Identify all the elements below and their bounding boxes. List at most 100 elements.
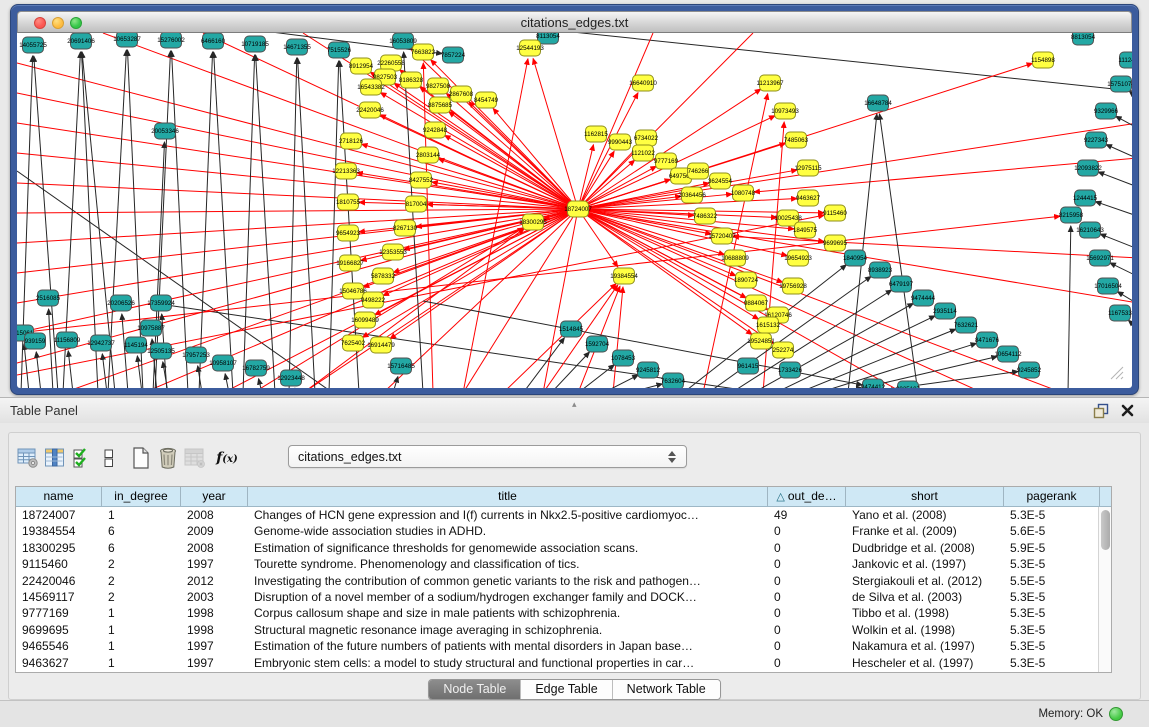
graph-edge[interactable] [303, 33, 578, 209]
graph-node[interactable]: 9463627 [796, 190, 821, 206]
splitter-grip-icon[interactable]: ▴ [572, 399, 577, 410]
graph-edge[interactable] [243, 55, 255, 388]
graph-node[interactable]: 9242848 [423, 122, 448, 138]
graph-edge[interactable] [214, 52, 233, 388]
graph-node[interactable]: 19166827 [336, 255, 364, 271]
graph-node[interactable]: 8427552 [409, 172, 434, 188]
graph-node[interactable]: 17957253 [182, 347, 210, 363]
graph-node[interactable]: 10973493 [771, 103, 799, 119]
graph-node[interactable]: 7663822 [411, 44, 436, 60]
column-header-year[interactable]: year [181, 487, 248, 506]
graph-node[interactable]: 8215958 [1059, 207, 1084, 223]
graph-node[interactable]: 19756928 [779, 278, 807, 294]
graph-node[interactable]: 1145194 [124, 337, 148, 353]
graph-edge[interactable] [225, 374, 229, 388]
graph-node[interactable]: 2516085 [36, 290, 61, 306]
graph-node[interactable]: 16914479 [367, 337, 395, 353]
graph-node[interactable]: 8471676 [975, 332, 1000, 348]
graph-node[interactable]: 19524851 [747, 333, 775, 349]
column-visibility-button[interactable] [42, 445, 68, 471]
graph-node[interactable]: 8186328 [399, 72, 424, 88]
new-table-button[interactable] [128, 445, 154, 471]
graph-node[interactable]: 1615132 [756, 317, 781, 333]
graph-node[interactable]: 1849575 [793, 222, 818, 238]
graph-node[interactable]: 14671355 [283, 39, 311, 55]
graph-node[interactable]: 1840954 [843, 250, 868, 266]
graph-node[interactable]: 9699695 [823, 235, 848, 251]
graph-node[interactable]: 22420046 [356, 102, 384, 118]
graph-node[interactable]: 9329966 [1094, 103, 1119, 119]
graph-node[interactable]: 9654923 [336, 225, 361, 241]
graph-node[interactable]: 2935114 [933, 303, 957, 319]
graph-edge[interactable] [628, 384, 662, 388]
graph-node[interactable]: 16648784 [864, 95, 892, 111]
graph-node[interactable]: 18300295 [519, 214, 547, 230]
graph-node[interactable]: 1592704 [585, 336, 610, 352]
graph-edge[interactable] [551, 352, 589, 388]
graph-node[interactable]: 9474444 [911, 290, 936, 306]
network-window-titlebar[interactable]: citations_edges.txt [17, 11, 1132, 33]
graph-node[interactable]: 12544193 [516, 40, 544, 56]
table-row[interactable]: 946362711997Embryonic stem cells: a mode… [16, 655, 1098, 671]
graph-node[interactable]: 9777169 [654, 153, 679, 169]
graph-edge[interactable] [172, 51, 188, 388]
graph-node[interactable]: 10654112 [994, 346, 1022, 362]
graph-edge[interactable] [103, 33, 578, 209]
graph-edge[interactable] [578, 33, 653, 209]
graph-node[interactable]: 252274 [773, 342, 794, 358]
import-table-button[interactable] [182, 445, 208, 471]
graph-node[interactable]: 17016504 [1094, 278, 1122, 294]
deselect-all-button[interactable] [96, 445, 122, 471]
graph-edge[interactable] [578, 145, 593, 209]
graph-node[interactable]: 817004 [406, 196, 427, 212]
graph-node[interactable]: 1810755 [336, 194, 361, 210]
graph-node[interactable]: 2935107 [896, 381, 921, 388]
function-builder-button[interactable]: f(x) [214, 445, 240, 471]
graph-node[interactable]: 5878332 [371, 268, 396, 284]
graph-node[interactable]: 8454749 [474, 92, 499, 108]
column-header-short[interactable]: short [846, 487, 1004, 506]
graph-node[interactable]: 17359924 [147, 295, 175, 311]
graph-node[interactable]: 7625402 [341, 335, 366, 351]
graph-node[interactable]: 15692971 [1086, 250, 1114, 266]
graph-node[interactable]: 16099489 [351, 312, 379, 328]
graph-node[interactable]: 12923448 [277, 370, 305, 386]
graph-node[interactable]: 9115460 [823, 205, 847, 221]
table-row[interactable]: 1830029562008Estimation of significance … [16, 540, 1098, 556]
graph-node[interactable]: 1154898 [1031, 52, 1055, 68]
graph-edge[interactable] [1095, 202, 1132, 218]
graph-node[interactable]: 1080748 [731, 185, 756, 201]
close-panel-icon[interactable] [1120, 403, 1135, 418]
column-header-in-degree[interactable]: in_degree [102, 487, 181, 506]
graph-edge[interactable] [259, 379, 262, 388]
graph-node[interactable]: 12353553 [379, 244, 407, 260]
graph-node[interactable]: 9827508 [426, 78, 451, 94]
graph-node[interactable]: 8267130 [393, 220, 418, 236]
graph-edge[interactable] [1128, 320, 1132, 333]
graph-node[interactable]: 16782759 [242, 360, 270, 376]
table-row[interactable]: 977716911998Corpus callosum shape and si… [16, 605, 1098, 621]
graph-node[interactable]: 2803144 [416, 147, 441, 163]
graph-node[interactable]: 16640910 [629, 75, 657, 91]
graph-node[interactable]: 10958107 [209, 355, 237, 371]
graph-node[interactable]: 9990443 [608, 134, 633, 150]
graph-node[interactable]: 961415 [738, 358, 759, 374]
table-select-dropdown[interactable]: citations_edges.txt [288, 445, 687, 468]
graph-node[interactable]: 2867608 [449, 86, 474, 102]
graph-node[interactable]: 15720407 [708, 228, 736, 244]
graph-node[interactable]: 11213967 [756, 75, 784, 91]
graph-node[interactable]: 6466160 [201, 33, 226, 49]
select-all-button[interactable] [69, 445, 95, 471]
graph-edge[interactable] [1110, 263, 1132, 279]
graph-edge[interactable] [1068, 226, 1071, 388]
graph-node[interactable]: 6734022 [634, 130, 659, 146]
graph-node[interactable]: 7515526 [327, 42, 352, 58]
graph-node[interactable]: 7857224 [441, 47, 466, 63]
table-row[interactable]: 1872400712008Changes of HCN gene express… [16, 507, 1098, 523]
graph-node[interactable]: 3624554 [708, 173, 733, 189]
graph-edge[interactable] [24, 344, 29, 388]
graph-node[interactable]: 8875685 [428, 97, 453, 113]
graph-edge[interactable] [256, 55, 275, 388]
graph-edge[interactable] [390, 209, 578, 339]
graph-node[interactable]: 12213363 [332, 163, 360, 179]
